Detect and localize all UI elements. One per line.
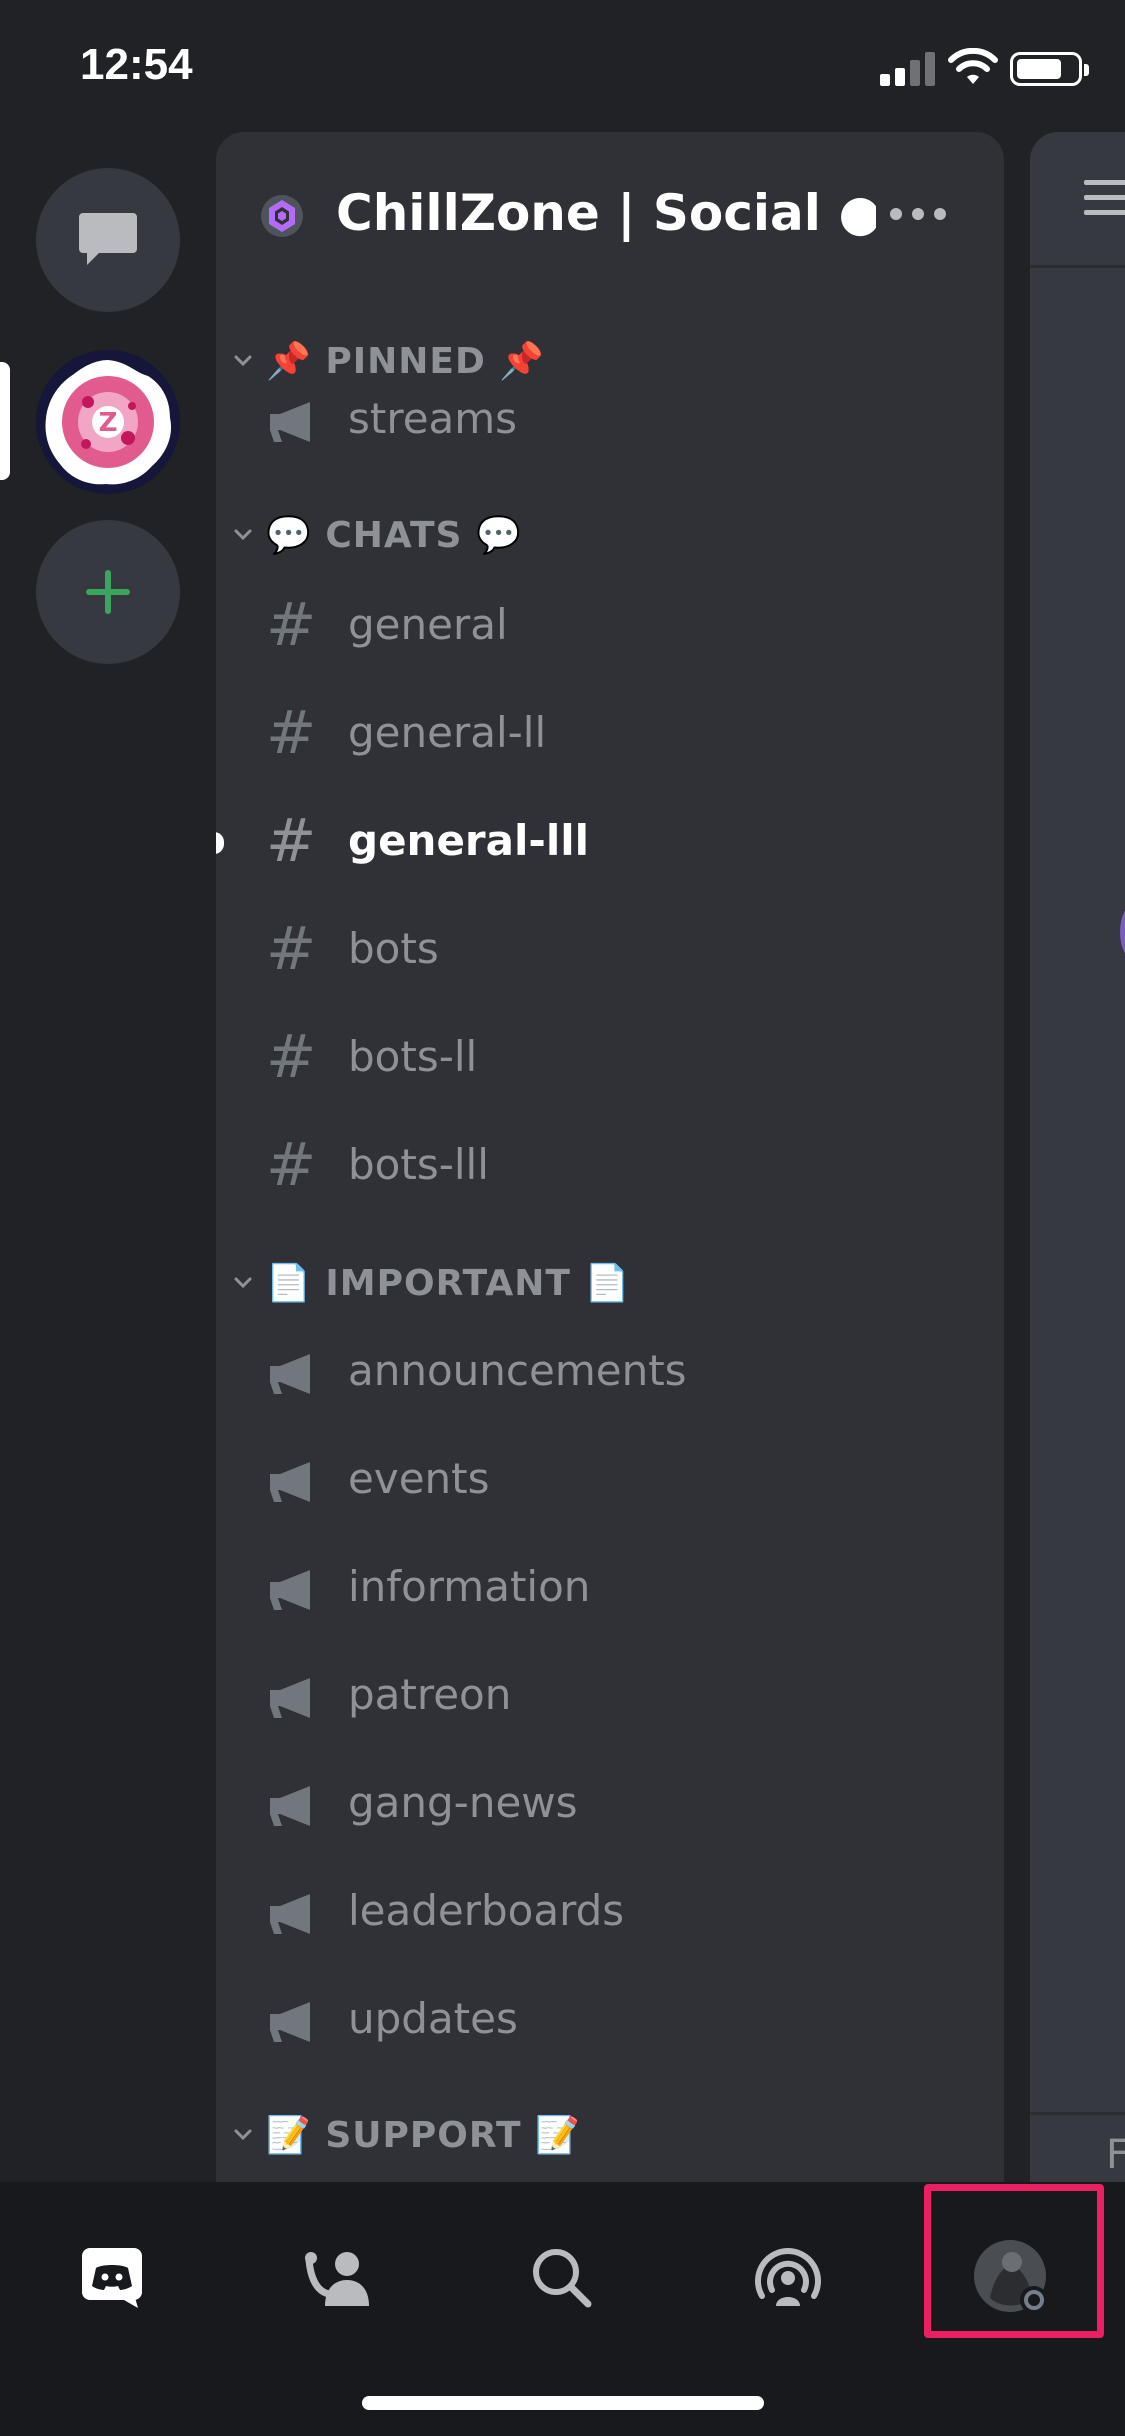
channel-label: bots <box>348 924 439 973</box>
chat-bubble-icon <box>79 213 137 265</box>
category-label: 📝 SUPPORT 📝 <box>266 2115 581 2156</box>
channel-general-ll[interactable]: # general-ll <box>216 696 1004 776</box>
channel-label: general <box>348 600 508 649</box>
hash-icon: # <box>266 1022 317 1092</box>
unread-indicator <box>216 832 224 854</box>
mascot-image <box>1120 910 1125 954</box>
channel-information[interactable]: information <box>216 1550 1004 1630</box>
hamburger-menu-icon[interactable] <box>1084 180 1125 225</box>
channel-label: bots-lll <box>348 1140 489 1189</box>
chat-panel-peek[interactable]: F <box>1030 132 1125 2182</box>
megaphone-icon <box>270 1462 310 1502</box>
divider <box>1030 2112 1125 2115</box>
category-label: 📌 PINNED 📌 <box>266 341 546 382</box>
selected-server-indicator <box>0 362 10 480</box>
megaphone-icon <box>270 1894 310 1934</box>
svg-text:Z: Z <box>99 408 118 438</box>
chevron-down-icon <box>234 355 252 367</box>
tab-home[interactable] <box>62 2228 162 2328</box>
channel-general-lll[interactable]: # general-lll <box>216 804 1004 884</box>
server-rail: Z <box>0 130 216 2180</box>
channel-bots-ll[interactable]: # bots-ll <box>216 1020 1004 1100</box>
megaphone-icon <box>270 2002 310 2042</box>
chat-header <box>1030 132 1125 268</box>
status-bar: 12:54 <box>0 0 1125 130</box>
hash-icon: # <box>266 914 317 984</box>
megaphone-icon <box>270 1786 310 1826</box>
chevron-down-icon <box>234 1277 252 1289</box>
channel-label: information <box>348 1562 591 1611</box>
chillzone-logo-icon: Z <box>36 350 180 494</box>
app: 12:54 Z ChillZone | Social ● 📌 PINNED 📌 … <box>0 0 1125 2436</box>
megaphone-icon <box>270 1570 310 1610</box>
channel-label: streams <box>348 394 518 443</box>
megaphone-icon <box>270 402 310 442</box>
channel-label: announcements <box>348 1346 687 1395</box>
category-label: 📄 IMPORTANT 📄 <box>266 1263 631 1304</box>
hash-icon: # <box>266 1130 317 1200</box>
discord-logo-icon <box>82 2248 142 2308</box>
friends-icon <box>305 2252 369 2306</box>
channel-label: leaderboards <box>348 1886 625 1935</box>
channel-panel: ChillZone | Social ●... 📌 PINNED 📌 strea… <box>216 132 1004 2182</box>
channel-general[interactable]: # general <box>216 588 1004 668</box>
status-time: 12:54 <box>80 40 193 89</box>
search-icon <box>533 2249 592 2308</box>
battery-icon <box>1010 52 1089 86</box>
channel-label: gang-news <box>348 1778 578 1827</box>
channel-announcements[interactable]: announcements <box>216 1334 1004 1414</box>
chevron-down-icon <box>234 2129 252 2141</box>
server-boost-icon <box>261 195 303 237</box>
tab-friends[interactable] <box>288 2228 388 2328</box>
add-server-button[interactable] <box>36 520 180 664</box>
server-icon-chillzone[interactable]: Z <box>36 350 180 494</box>
plus-icon <box>86 570 130 614</box>
channel-label: general-lll <box>348 816 590 865</box>
channel-streams[interactable]: streams <box>216 382 1004 462</box>
channel-gang-news[interactable]: gang-news <box>216 1766 1004 1846</box>
truncated-text: F <box>1106 2132 1125 2178</box>
megaphone-icon <box>270 1678 310 1718</box>
channel-updates[interactable]: updates <box>216 1982 1004 2062</box>
channel-leaderboards[interactable]: leaderboards <box>216 1874 1004 1954</box>
home-indicator[interactable] <box>362 2396 764 2410</box>
channel-label: patreon <box>348 1670 512 1719</box>
channel-patreon[interactable]: patreon <box>216 1658 1004 1738</box>
hash-icon: # <box>266 698 317 768</box>
tab-search[interactable] <box>512 2228 612 2328</box>
category-label: 💬 CHATS 💬 <box>266 515 522 556</box>
cellular-signal-icon <box>880 52 936 86</box>
channel-label: updates <box>348 1994 518 2043</box>
category-chats[interactable]: 💬 CHATS 💬 <box>216 506 1004 566</box>
broadcast-icon <box>755 2248 821 2306</box>
server-name: ChillZone | Social ●... <box>336 184 876 242</box>
chevron-down-icon <box>234 529 252 541</box>
tab-mentions[interactable] <box>738 2228 838 2328</box>
category-support[interactable]: 📝 SUPPORT 📝 <box>216 2106 1004 2166</box>
hash-icon: # <box>266 806 317 876</box>
channel-events[interactable]: events <box>216 1442 1004 1522</box>
channel-label: bots-ll <box>348 1032 478 1081</box>
wifi-icon <box>948 48 998 84</box>
megaphone-icon <box>270 1354 310 1394</box>
channel-label: events <box>348 1454 490 1503</box>
server-options-button[interactable] <box>888 204 948 224</box>
hash-icon: # <box>266 590 317 660</box>
channel-label: general-ll <box>348 708 547 757</box>
server-header[interactable]: ChillZone | Social ●... <box>216 132 1004 302</box>
direct-messages-button[interactable] <box>36 168 180 312</box>
channel-bots-lll[interactable]: # bots-lll <box>216 1128 1004 1208</box>
profile-tab-highlight <box>924 2184 1104 2338</box>
category-important[interactable]: 📄 IMPORTANT 📄 <box>216 1254 1004 1314</box>
channel-bots[interactable]: # bots <box>216 912 1004 992</box>
